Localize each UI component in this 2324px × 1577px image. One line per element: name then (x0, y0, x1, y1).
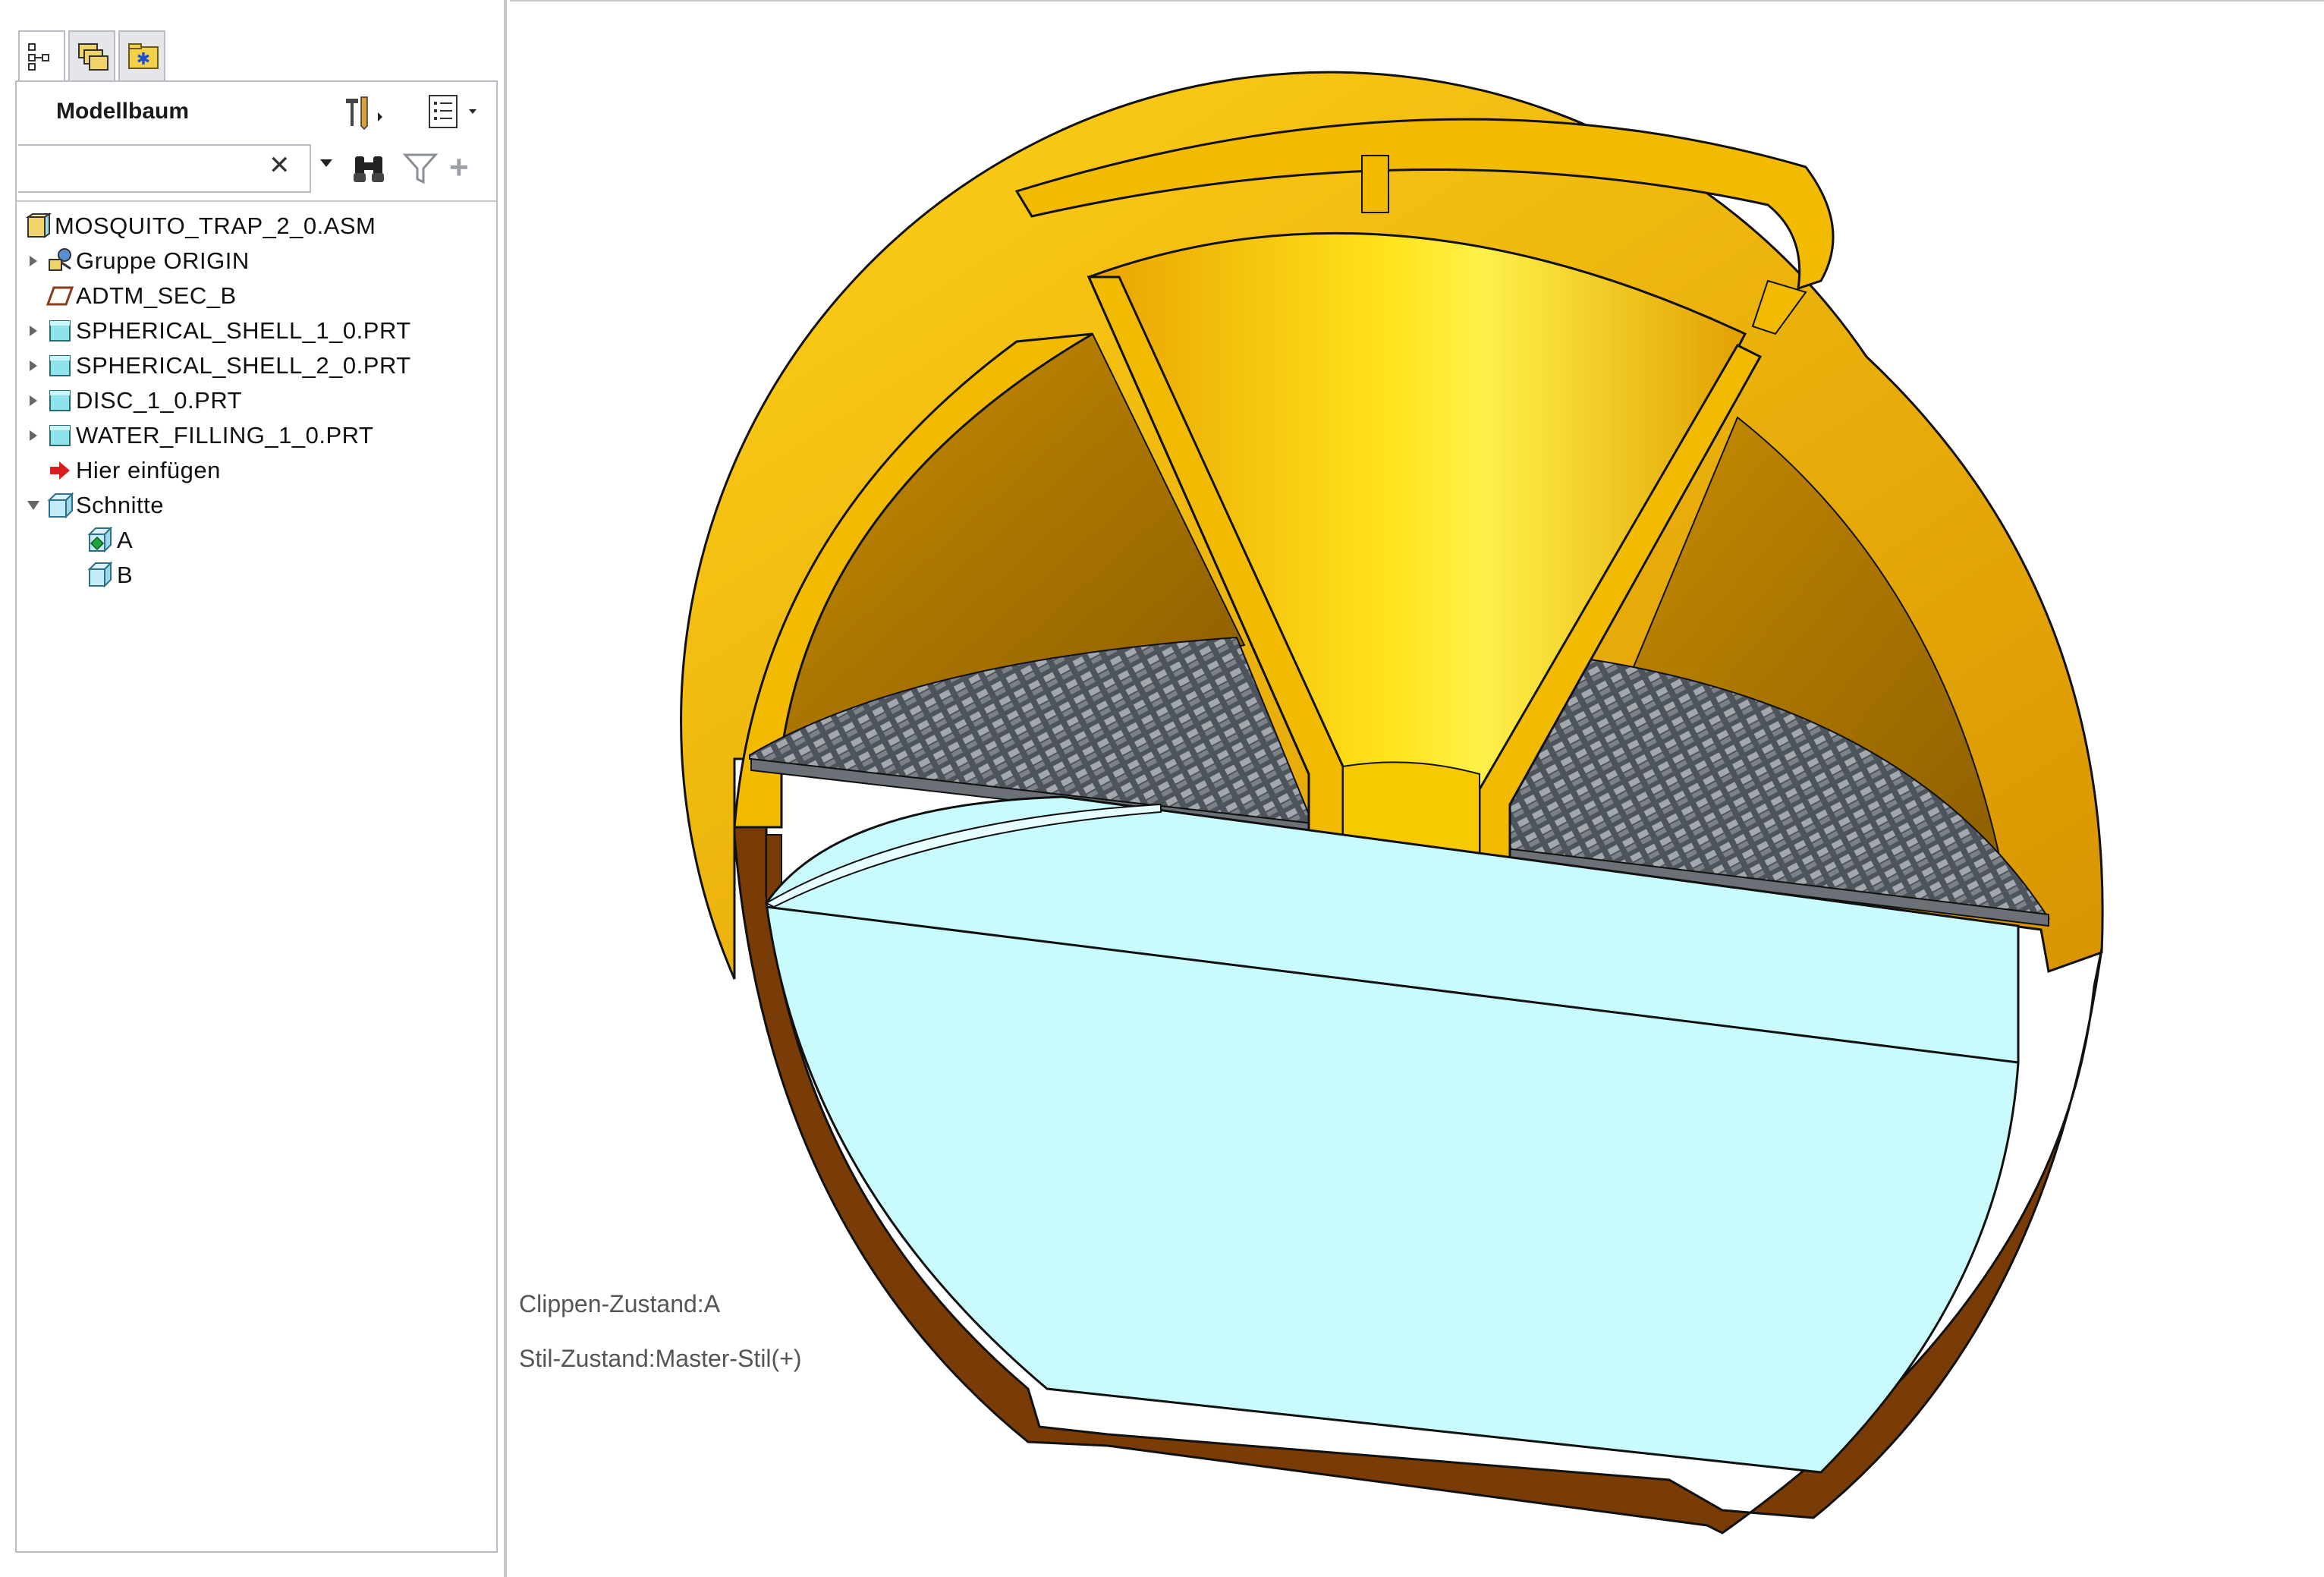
tree-node-label: SPHERICAL_SHELL_2_0.PRT (76, 352, 411, 379)
tree-node-part[interactable]: WATER_FILLING_1_0.PRT (23, 419, 373, 452)
tree-node-label: DISC_1_0.PRT (76, 387, 243, 414)
favorites-tab[interactable]: ✱ (118, 30, 165, 80)
tree-node-insert-here[interactable]: Hier einfügen (44, 454, 221, 487)
tree-node-part[interactable]: SPHERICAL_SHELL_1_0.PRT (23, 314, 411, 348)
graphics-viewport[interactable]: Clippen-Zustand:A Stil-Zustand:Master-St… (510, 0, 2324, 1577)
clip-state-label: Clippen-Zustand:A (519, 1290, 721, 1317)
model-tree-panel: Modellbaum ✕ + MOSQUITO_TRAP_2_0.ASM Gru… (15, 80, 498, 1553)
group-icon (44, 244, 76, 278)
part-icon (44, 384, 76, 417)
section-icon (85, 559, 117, 592)
model-tree-tab[interactable] (18, 30, 65, 83)
settings-tools-button[interactable] (341, 93, 387, 132)
cad-application-window: ✱ Modellbaum ✕ + MOSQUITO_TRAP_2_0.ASM G… (0, 0, 2324, 1577)
model-tree-search-row: ✕ + (17, 140, 496, 203)
tree-node-root-assembly[interactable]: MOSQUITO_TRAP_2_0.ASM (23, 209, 376, 243)
part-icon (44, 314, 76, 348)
sections-icon (44, 489, 76, 522)
part-icon (44, 419, 76, 452)
tree-node-section-a[interactable]: A (85, 524, 133, 557)
panel-title: Modellbaum (56, 99, 190, 124)
folder-star-icon: ✱ (128, 43, 159, 69)
model-tree-icon (28, 43, 49, 71)
tree-node-section-b[interactable]: B (85, 559, 133, 592)
clear-search-icon[interactable]: ✕ (269, 150, 291, 181)
tree-node-label: ADTM_SEC_B (76, 282, 237, 309)
tree-node-label: Gruppe ORIGIN (76, 247, 250, 274)
expand-arrow-icon[interactable] (23, 314, 44, 348)
search-input[interactable] (18, 144, 311, 193)
show-options-button[interactable] (426, 93, 476, 132)
tree-node-label: Hier einfügen (76, 457, 221, 483)
navigator-panel: ✱ Modellbaum ✕ + MOSQUITO_TRAP_2_0.ASM G… (0, 0, 507, 1577)
mosquito-trap-3d-model[interactable] (510, 0, 2324, 1577)
tree-node-label: Schnitte (76, 492, 165, 518)
layers-icon (78, 43, 108, 71)
filter-icon[interactable] (402, 150, 439, 187)
assembly-icon (23, 209, 55, 243)
insert-arrow-icon (44, 454, 76, 487)
divider (17, 200, 496, 202)
search-dropdown-icon[interactable] (319, 158, 334, 168)
tree-node-label: SPHERICAL_SHELL_1_0.PRT (76, 317, 411, 344)
tree-node-group-origin[interactable]: Gruppe ORIGIN (23, 244, 250, 278)
section-active-icon (85, 524, 117, 557)
tree-node-part[interactable]: DISC_1_0.PRT (23, 384, 242, 417)
tree-node-label: B (117, 562, 134, 588)
collapse-arrow-icon[interactable] (23, 489, 44, 522)
model-tree-header: Modellbaum (17, 82, 496, 143)
tree-node-label: MOSQUITO_TRAP_2_0.ASM (55, 212, 376, 239)
list-options-icon (429, 95, 476, 128)
tree-node-label: WATER_FILLING_1_0.PRT (76, 422, 374, 449)
tree-node-part[interactable]: SPHERICAL_SHELL_2_0.PRT (23, 349, 411, 382)
style-state-label: Stil-Zustand:Master-Stil(+) (519, 1345, 802, 1372)
binoculars-icon[interactable] (351, 150, 388, 187)
layers-tab[interactable] (68, 30, 115, 80)
tools-icon (346, 96, 382, 131)
svg-text:✱: ✱ (137, 50, 150, 69)
tree-node-label: A (117, 527, 134, 553)
add-icon[interactable]: + (449, 149, 469, 187)
expand-arrow-icon[interactable] (23, 349, 44, 382)
tree-node-datum-plane[interactable]: ADTM_SEC_B (44, 279, 237, 313)
datum-plane-icon (44, 279, 76, 313)
expand-arrow-icon[interactable] (23, 419, 44, 452)
expand-arrow-icon[interactable] (23, 384, 44, 417)
part-icon (44, 349, 76, 382)
tree-node-sections[interactable]: Schnitte (23, 489, 164, 522)
expand-arrow-icon[interactable] (23, 244, 44, 278)
